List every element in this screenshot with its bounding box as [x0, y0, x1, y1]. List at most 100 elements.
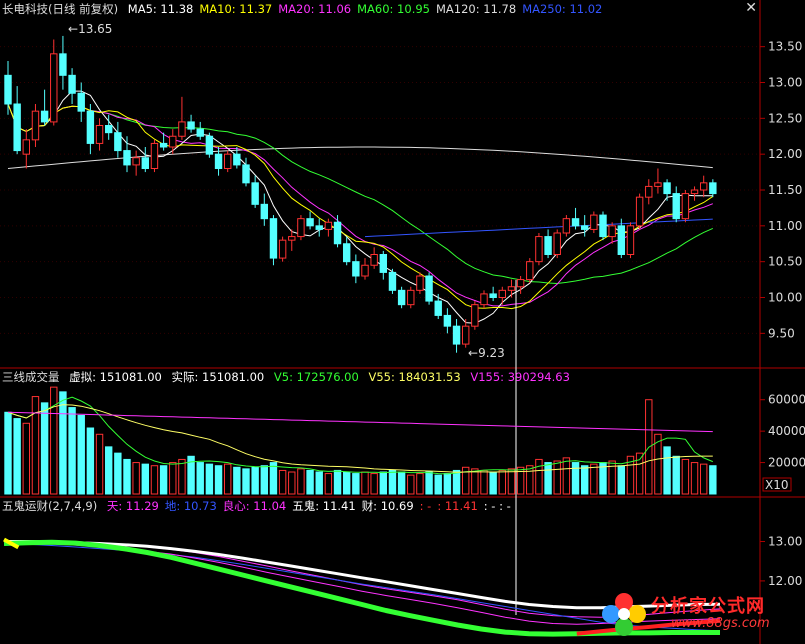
indicator-legend-item: : 11.41 [437, 499, 478, 513]
volume-bar [159, 465, 168, 495]
candle-body [498, 289, 507, 299]
volume-bar [50, 386, 58, 495]
volume-bar [361, 471, 369, 495]
candle-body [4, 74, 12, 105]
watermark-title: 分析家公式网 [651, 596, 765, 617]
candle-body [599, 214, 607, 238]
candle-body [50, 53, 58, 123]
volume-bar [699, 463, 708, 495]
price-tick-label: 11.00 [768, 219, 802, 233]
candle-body [635, 196, 644, 227]
volume-header: 三线成交量 虚拟: 151081.00 实际: 151081.00 V5: 17… [2, 370, 576, 384]
candle-body [571, 218, 580, 227]
volume-bar [68, 407, 76, 495]
volume-bar [315, 471, 323, 495]
candle-body [68, 74, 76, 94]
volume-bar [507, 468, 516, 495]
volume-bar [434, 474, 442, 495]
volume-bar [40, 402, 49, 495]
volume-bar [269, 462, 278, 495]
volume-bar [617, 465, 626, 495]
indicator-legend-item: : - : - [483, 499, 511, 513]
candle-body [526, 261, 534, 281]
volume-bar [342, 471, 351, 495]
ma-legend-item: MA60: 10.95 [357, 2, 430, 16]
low-arrow-icon: ← [468, 346, 479, 360]
volume-bar [471, 468, 479, 495]
price-tick-label: 12.00 [768, 147, 802, 161]
close-icon[interactable]: ✕ [745, 0, 757, 16]
candle-body [425, 275, 433, 302]
indicator-legend-item: 天: 11.29 [106, 499, 159, 513]
indicator-legend-item: 良心: 11.04 [222, 499, 287, 513]
volume-bar [443, 473, 452, 495]
ma5-line [7, 90, 713, 324]
volume-bar [480, 469, 488, 495]
volume-bar [278, 469, 287, 495]
volume-bar [31, 396, 40, 495]
candle-body [480, 293, 488, 306]
candle-body [260, 203, 269, 220]
indicator-header: 五鬼运财(2,7,4,9) 天: 11.29 地: 10.73 良心: 11.04 五… [2, 499, 523, 513]
price-tick-label: 9.50 [768, 326, 795, 340]
volume-v5-line [7, 396, 713, 475]
candle-body [114, 132, 122, 152]
volume-v155-line [7, 411, 713, 433]
volume-bar [4, 411, 12, 495]
candle-body [352, 261, 360, 277]
candle-body [452, 325, 461, 345]
candle-body [361, 264, 369, 277]
volume-virtual: 虚拟: 151081.00 [69, 370, 162, 384]
volume-actual: 实际: 151081.00 [171, 370, 265, 384]
candle-body [516, 279, 525, 288]
volume-bar [242, 468, 250, 495]
volume-bar [580, 465, 589, 495]
candle-body [242, 164, 250, 184]
candle-body [562, 218, 571, 234]
indicator-tick-label: 12.00 [768, 574, 802, 588]
candle-body [672, 193, 680, 220]
candle-body [324, 221, 333, 230]
volume-title: 三线成交量 [2, 370, 60, 384]
volume-bar [672, 455, 680, 495]
price-tick-label: 10.00 [768, 291, 802, 305]
price-title: 长电科技(日线 前复权) [2, 2, 119, 16]
volume-bar [169, 462, 177, 495]
candle-body [471, 304, 479, 327]
indicator-legend-item: 地: 10.73 [164, 499, 217, 513]
indicator-legend-item: 财: 10.69 [361, 499, 414, 513]
volume-bar [425, 471, 433, 495]
chart-canvas: 13.50 13.00 12.50 12.00 11.50 11.00 10.50 10.00… [0, 0, 805, 644]
volume-tick-label: 20000 [768, 456, 805, 470]
volume-bar [178, 458, 186, 495]
volume-bar [407, 474, 415, 495]
candle-body [443, 314, 452, 327]
watermark-url: www.88gs.com [671, 616, 770, 631]
candle-body [104, 125, 113, 134]
low-price-value: 9.23 [478, 346, 505, 360]
candle-body [553, 232, 561, 255]
volume-bar [397, 471, 406, 495]
candle-body [370, 254, 378, 266]
candle-body [434, 300, 442, 316]
candle-body [159, 142, 168, 148]
indicator-legend-item: : - [419, 499, 432, 513]
volume-tick-label: 40000 [768, 424, 805, 438]
candle-body [645, 185, 653, 198]
ma10-line [7, 103, 714, 310]
volume-bar [95, 433, 104, 495]
candle-body [699, 182, 708, 191]
volume-bar [544, 462, 552, 495]
volume-bar [13, 418, 21, 495]
candle-body [278, 239, 287, 259]
volume-bar [260, 465, 269, 495]
candle-body [150, 142, 159, 170]
volume-bar [571, 462, 580, 495]
candle-body [461, 325, 470, 345]
candle-body [132, 157, 140, 166]
volume-tick-label: 60000 [768, 393, 805, 407]
candle-body [178, 121, 186, 137]
candle-body [86, 110, 95, 144]
volume-bar [205, 463, 214, 495]
candle-body [187, 121, 195, 130]
